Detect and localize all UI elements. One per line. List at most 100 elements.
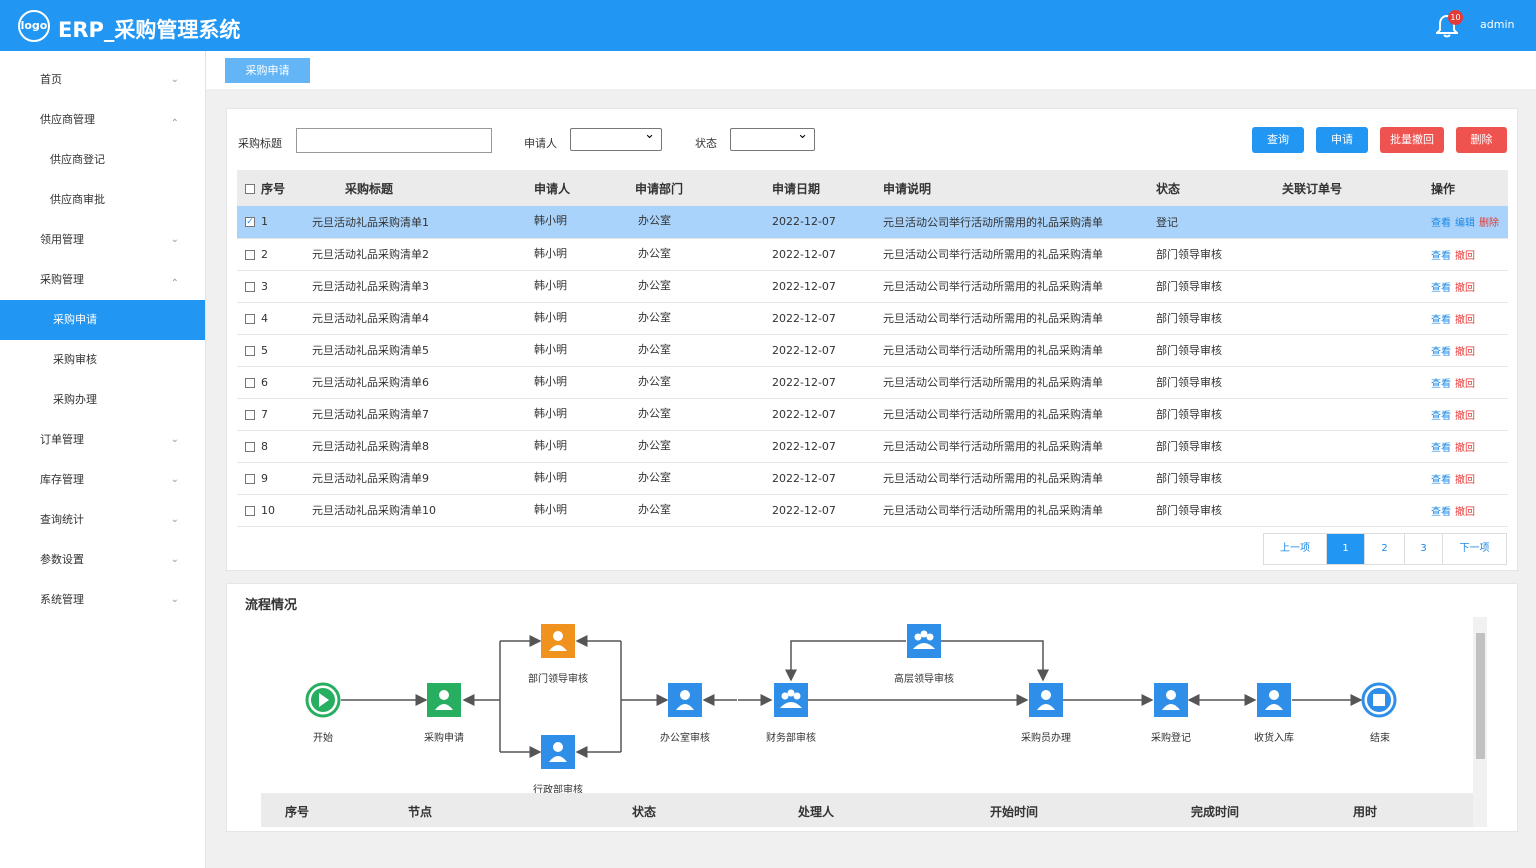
sidebar-item-purchase-apply[interactable]: 采购申请	[0, 300, 205, 340]
sidebar-item-requisition[interactable]: 领用管理 ⌄	[0, 220, 205, 260]
row-checkbox[interactable]	[245, 409, 255, 420]
view-link[interactable]: 查看	[1431, 315, 1451, 326]
sidebar-item-label: 采购管理	[40, 273, 84, 286]
delete-link[interactable]: 删除	[1479, 218, 1499, 229]
user-icon	[680, 690, 690, 700]
view-link[interactable]: 查看	[1431, 218, 1451, 229]
row-checkbox[interactable]	[245, 345, 255, 356]
table-row[interactable]: 8 元旦活动礼品采购清单8 韩小明 办公室 2022-12-07 元旦活动公司举行活动所需…	[237, 430, 1508, 463]
flow-node-label: 采购登记	[1151, 733, 1191, 744]
withdraw-link[interactable]: 撤回	[1455, 411, 1475, 422]
withdraw-link[interactable]: 撤回	[1455, 379, 1475, 390]
table-row[interactable]: 5 元旦活动礼品采购清单5 韩小明 办公室 2022-12-07 元旦活动公司举行活动所需…	[237, 334, 1508, 367]
delete-button[interactable]: 删除	[1456, 127, 1507, 153]
sidebar-item-orders[interactable]: 订单管理 ⌄	[0, 420, 205, 460]
table-row[interactable]: 9 元旦活动礼品采购清单9 韩小明 办公室 2022-12-07 元旦活动公司举行活动所需…	[237, 462, 1508, 495]
sidebar-item-purchase-handle[interactable]: 采购办理	[0, 380, 205, 420]
table-row[interactable]: 10 元旦活动礼品采购清单10 韩小明 办公室 2022-12-07 元旦活动公司举行活动…	[237, 494, 1508, 527]
stop-icon	[1373, 694, 1385, 706]
page-3-button[interactable]: 3	[1405, 534, 1443, 564]
flow-node-label: 采购申请	[424, 733, 464, 744]
sidebar-item-system[interactable]: 系统管理 ⌄	[0, 580, 205, 620]
row-desc: 元旦活动公司举行活动所需用的礼品采购清单	[883, 430, 1156, 463]
row-dept: 办公室	[635, 430, 772, 463]
row-desc: 元旦活动公司举行活动所需用的礼品采购清单	[883, 270, 1156, 303]
column-header: 操作	[1431, 170, 1508, 206]
row-dept: 办公室	[635, 270, 772, 303]
row-checkbox[interactable]	[245, 441, 255, 452]
view-link[interactable]: 查看	[1431, 251, 1451, 262]
sidebar-item-home[interactable]: 首页 ⌄	[0, 60, 205, 100]
row-checkbox[interactable]	[245, 281, 255, 292]
column-header: 开始时间	[990, 805, 1039, 819]
row-checkbox[interactable]	[245, 249, 255, 260]
view-link[interactable]: 查看	[1431, 379, 1451, 390]
applicant-select[interactable]	[570, 127, 662, 151]
sidebar-item-supplier-approve[interactable]: 供应商审批	[0, 180, 205, 220]
sidebar-item-supplier[interactable]: 供应商管理 ⌃	[0, 100, 205, 140]
row-dept: 办公室	[635, 206, 772, 239]
row-checkbox[interactable]	[245, 473, 255, 484]
withdraw-link[interactable]: 撤回	[1455, 283, 1475, 294]
withdraw-link[interactable]: 撤回	[1455, 315, 1475, 326]
next-page-button[interactable]: 下一项	[1443, 534, 1506, 564]
apply-button[interactable]: 申请	[1316, 127, 1368, 153]
column-header: 序号	[261, 181, 286, 196]
query-button[interactable]: 查询	[1252, 127, 1304, 153]
table-header-row: 序号 采购标题 申请人 申请部门 申请日期 申请说明 状态 关联订单号 操作	[237, 170, 1508, 206]
sidebar-item-purchase[interactable]: 采购管理 ⌃	[0, 260, 205, 300]
view-link[interactable]: 查看	[1431, 443, 1451, 454]
row-checkbox[interactable]: ✓	[245, 217, 255, 228]
sidebar-item-label: 采购申请	[53, 313, 97, 326]
withdraw-link[interactable]: 撤回	[1455, 251, 1475, 262]
sidebar-item-inventory[interactable]: 库存管理 ⌄	[0, 460, 205, 500]
view-link[interactable]: 查看	[1431, 411, 1451, 422]
table-row[interactable]: 2 元旦活动礼品采购清单2 韩小明 办公室 2022-12-07 元旦活动公司举行活动所需…	[237, 238, 1508, 271]
flow-scrollbar[interactable]	[1473, 617, 1487, 827]
row-checkbox[interactable]	[245, 505, 255, 516]
scrollbar-thumb[interactable]	[1476, 633, 1485, 759]
row-no: 2	[261, 247, 268, 261]
row-title: 元旦活动礼品采购清单1	[312, 206, 534, 239]
sidebar-item-supplier-register[interactable]: 供应商登记	[0, 140, 205, 180]
sidebar-item-label: 供应商登记	[50, 153, 105, 166]
view-link[interactable]: 查看	[1431, 507, 1451, 518]
page-2-button[interactable]: 2	[1365, 534, 1405, 564]
table-row[interactable]: ✓ 1 元旦活动礼品采购清单1 韩小明 办公室 2022-12-07 元旦活动公司举行活动所…	[237, 206, 1508, 239]
chevron-up-icon: ⌃	[170, 118, 179, 129]
row-checkbox[interactable]	[245, 377, 255, 388]
row-applicant: 韩小明	[534, 494, 635, 527]
user-name[interactable]: admin	[1480, 18, 1514, 31]
sidebar-item-statistics[interactable]: 查询统计 ⌄	[0, 500, 205, 540]
user-icon	[1166, 690, 1176, 700]
tab-purchase-apply[interactable]: 采购申请	[225, 58, 310, 83]
page-1-button[interactable]: 1	[1327, 534, 1365, 564]
prev-page-button[interactable]: 上一项	[1264, 534, 1327, 564]
row-desc: 元旦活动公司举行活动所需用的礼品采购清单	[883, 238, 1156, 271]
row-applicant: 韩小明	[534, 206, 635, 239]
title-filter-input[interactable]	[296, 128, 492, 153]
sidebar-item-purchase-review[interactable]: 采购审核	[0, 340, 205, 380]
table-row[interactable]: 4 元旦活动礼品采购清单4 韩小明 办公室 2022-12-07 元旦活动公司举行活动所需…	[237, 302, 1508, 335]
withdraw-link[interactable]: 撤回	[1455, 475, 1475, 486]
withdraw-link[interactable]: 撤回	[1455, 347, 1475, 358]
view-link[interactable]: 查看	[1431, 475, 1451, 486]
select-all-checkbox[interactable]	[245, 184, 255, 194]
table-row[interactable]: 3 元旦活动礼品采购清单3 韩小明 办公室 2022-12-07 元旦活动公司举行活动所需…	[237, 270, 1508, 303]
view-link[interactable]: 查看	[1431, 283, 1451, 294]
table-row[interactable]: 7 元旦活动礼品采购清单7 韩小明 办公室 2022-12-07 元旦活动公司举行活动所需…	[237, 398, 1508, 431]
batch-withdraw-button[interactable]: 批量撤回	[1380, 127, 1444, 153]
title-filter-label: 采购标题	[238, 137, 282, 150]
table-row[interactable]: 6 元旦活动礼品采购清单6 韩小明 办公室 2022-12-07 元旦活动公司举行活动所需…	[237, 366, 1508, 399]
chevron-down-icon: ⌄	[170, 434, 179, 445]
withdraw-link[interactable]: 撤回	[1455, 443, 1475, 454]
status-select[interactable]	[730, 127, 815, 151]
sidebar-item-parameters[interactable]: 参数设置 ⌄	[0, 540, 205, 580]
sidebar-item-label: 采购办理	[53, 393, 97, 406]
row-actions: 查看 撤回	[1431, 430, 1508, 463]
row-title: 元旦活动礼品采购清单5	[312, 334, 534, 367]
view-link[interactable]: 查看	[1431, 347, 1451, 358]
withdraw-link[interactable]: 撤回	[1455, 507, 1475, 518]
row-checkbox[interactable]	[245, 313, 255, 324]
edit-link[interactable]: 编辑	[1455, 218, 1475, 229]
